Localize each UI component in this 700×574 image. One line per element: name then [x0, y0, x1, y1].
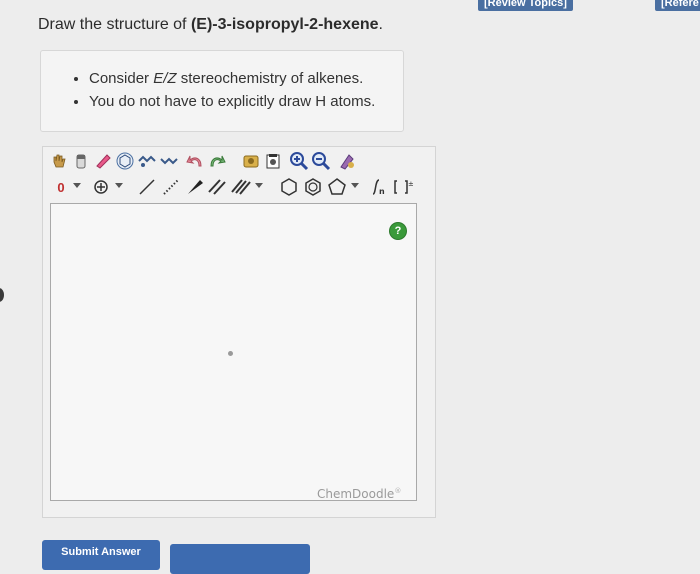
- toolbar-bottom: 0 n ±: [43, 175, 435, 199]
- hint-list: Consider E/Z stereochemistry of alkenes.…: [41, 67, 403, 113]
- review-topics-link[interactable]: [Review Topics]: [478, 0, 573, 11]
- hint-item: Consider E/Z stereochemistry of alkenes.: [89, 67, 403, 90]
- side-handle[interactable]: [0, 288, 4, 302]
- charge-selector[interactable]: 0: [51, 177, 71, 197]
- svg-text:n: n: [379, 187, 385, 196]
- single-bond-icon[interactable]: [137, 177, 157, 197]
- bracket-charge-icon[interactable]: ±: [393, 177, 413, 197]
- clear-icon[interactable]: [263, 151, 283, 171]
- benzene-icon[interactable]: [303, 177, 323, 197]
- chain-icon[interactable]: [137, 151, 157, 171]
- wedge-bond-icon[interactable]: [185, 177, 205, 197]
- canvas-center-dot: [228, 351, 233, 356]
- hint-item: You do not have to explicitly draw H ato…: [89, 90, 403, 113]
- question-text: Draw the structure of (E)-3-isopropyl-2-…: [38, 16, 383, 34]
- zoom-out-icon[interactable]: [311, 151, 331, 171]
- drawing-canvas[interactable]: ? ChemDoodle®: [50, 203, 417, 501]
- triple-bond-icon[interactable]: [231, 177, 251, 197]
- undo-icon[interactable]: [185, 151, 205, 171]
- chemdoodle-brand: ChemDoodle®: [317, 487, 402, 501]
- question-suffix: .: [378, 16, 383, 33]
- top-bar: [Review Topics] [Refere: [0, 0, 700, 11]
- hashed-bond-icon[interactable]: [161, 177, 181, 197]
- chevron-down-icon[interactable]: [255, 183, 263, 188]
- svg-text:±: ±: [408, 180, 413, 188]
- help-button[interactable]: ?: [390, 223, 406, 239]
- bracket-n-icon[interactable]: n: [369, 177, 389, 197]
- question-prefix: Draw the structure of: [38, 16, 191, 33]
- radical-icon[interactable]: [91, 177, 111, 197]
- eraser-icon[interactable]: [71, 151, 91, 171]
- cyclopentane-icon[interactable]: [327, 177, 347, 197]
- chevron-down-icon[interactable]: [73, 183, 81, 188]
- toolbar-top: [43, 149, 435, 173]
- lasso-icon[interactable]: [93, 151, 113, 171]
- question-compound: (E)-3-isopropyl-2-hexene: [190, 16, 379, 33]
- submit-answer-button[interactable]: Submit Answer: [42, 540, 160, 570]
- secondary-button[interactable]: [170, 544, 310, 574]
- zoom-in-icon[interactable]: [289, 151, 309, 171]
- clipboard-icon[interactable]: [241, 151, 261, 171]
- chemdoodle-sketcher: 0 n ± ? ChemDoodle®: [42, 146, 436, 518]
- clean-icon[interactable]: [337, 151, 357, 171]
- hint-box: Consider E/Z stereochemistry of alkenes.…: [40, 50, 404, 132]
- double-bond-icon[interactable]: [207, 177, 227, 197]
- chain2-icon[interactable]: [159, 151, 179, 171]
- redo-icon[interactable]: [207, 151, 227, 171]
- ring-template-icon[interactable]: [115, 151, 135, 171]
- references-link[interactable]: [Refere: [655, 0, 700, 11]
- chevron-down-icon[interactable]: [115, 183, 123, 188]
- cyclohexane-icon[interactable]: [279, 177, 299, 197]
- hand-icon[interactable]: [49, 151, 69, 171]
- chevron-down-icon[interactable]: [351, 183, 359, 188]
